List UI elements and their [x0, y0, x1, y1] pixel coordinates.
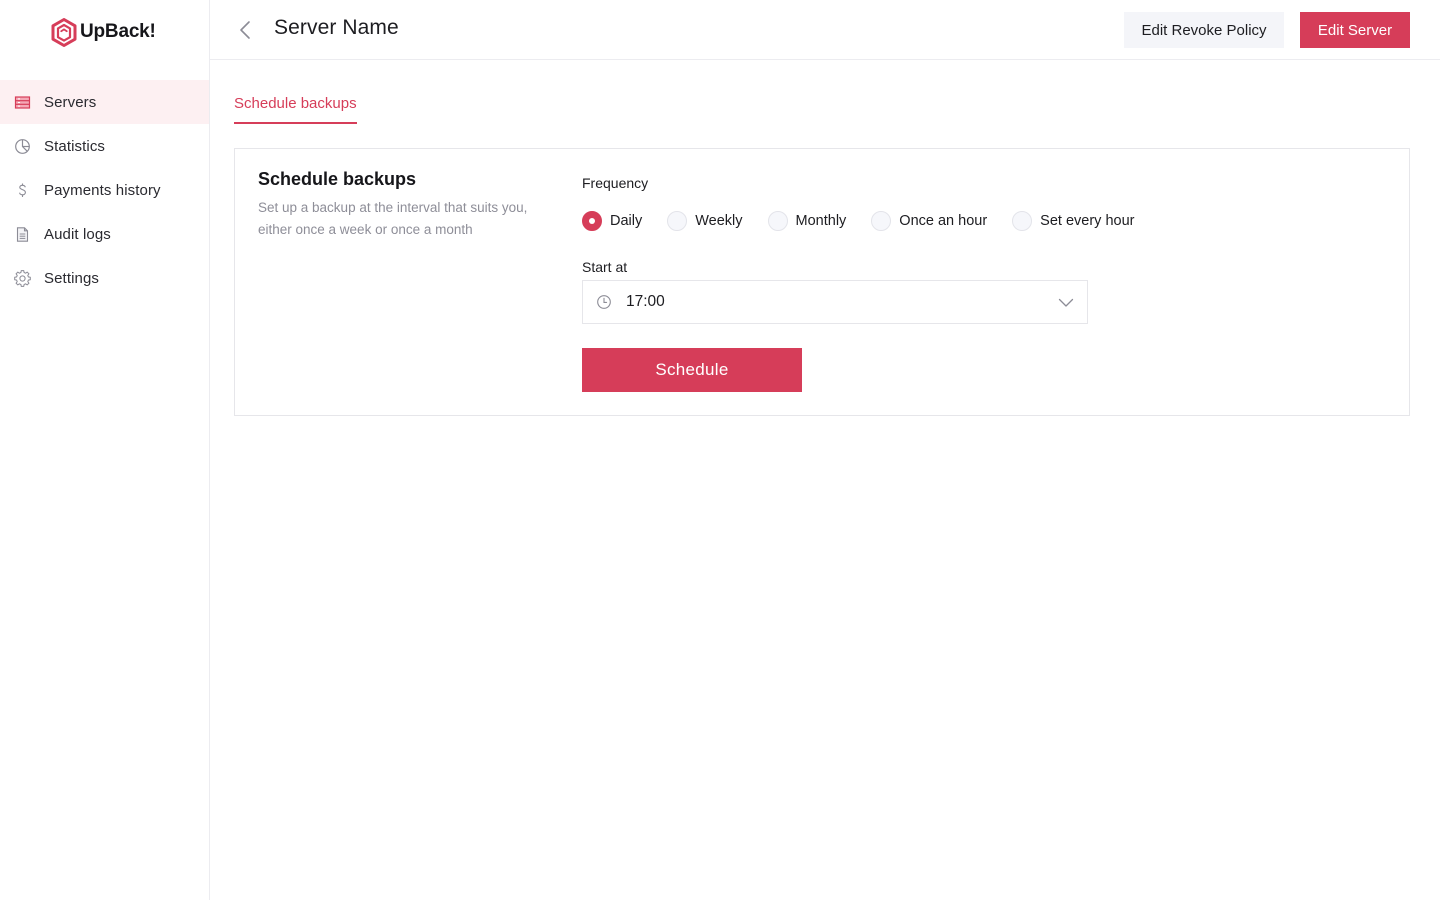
frequency-option-weekly[interactable]: Weekly: [667, 211, 743, 231]
sidebar-item-settings[interactable]: Settings: [0, 256, 209, 300]
card-description: Set up a backup at the interval that sui…: [258, 200, 528, 237]
app-name: UpBack!: [80, 21, 156, 42]
sidebar-item-label: Statistics: [44, 137, 106, 155]
gear-icon: [13, 269, 31, 287]
schedule-backups-card: Schedule backups Set up a backup at the …: [234, 148, 1410, 416]
document-icon: [13, 225, 31, 243]
chevron-down-icon: [1058, 295, 1074, 311]
radio-button[interactable]: [767, 211, 788, 231]
page-title: Server Name: [274, 16, 399, 39]
sidebar-item-label: Audit logs: [44, 225, 111, 243]
tab-bar: Schedule backups: [234, 82, 357, 124]
sidebar-item-label: Payments history: [44, 181, 161, 199]
sidebar-item-label: Settings: [44, 269, 99, 287]
radio-label: Daily: [610, 213, 643, 229]
radio-button[interactable]: [871, 211, 892, 231]
sidebar-item-payments-history[interactable]: Payments history: [0, 168, 209, 212]
sidebar: UpBack! Servers Statistics Payments hist…: [0, 0, 210, 900]
frequency-label: Frequency: [582, 175, 649, 191]
server-icon: [13, 93, 31, 111]
sidebar-nav: Servers Statistics Payments history Audi…: [0, 80, 209, 300]
radio-label: Monthly: [795, 213, 847, 229]
radio-button[interactable]: [582, 211, 602, 231]
start-time-select[interactable]: 17:00: [582, 280, 1088, 324]
sidebar-item-statistics[interactable]: Statistics: [0, 124, 209, 168]
start-at-label: Start at: [582, 259, 628, 275]
clock-icon: [596, 294, 612, 310]
card-title: Schedule backups: [258, 169, 417, 189]
frequency-radio-group: Daily Weekly Monthly Once an hour Set ev…: [582, 210, 1134, 232]
frequency-option-monthly[interactable]: Monthly: [767, 211, 847, 231]
sidebar-item-servers[interactable]: Servers: [0, 80, 209, 124]
schedule-button[interactable]: Schedule: [582, 348, 802, 392]
dollar-icon: [13, 181, 31, 199]
radio-button[interactable]: [1012, 211, 1033, 231]
sidebar-item-label: Servers: [44, 93, 97, 111]
app-logo[interactable]: UpBack!: [51, 17, 156, 47]
back-button[interactable]: [234, 18, 256, 42]
radio-label: Weekly: [695, 213, 743, 229]
frequency-option-set-every-hour[interactable]: Set every hour: [1012, 211, 1134, 231]
edit-revoke-policy-button[interactable]: Edit Revoke Policy: [1124, 12, 1284, 48]
radio-label: Once an hour: [899, 213, 988, 229]
tab-schedule-backups[interactable]: Schedule backups: [234, 82, 357, 124]
sidebar-item-audit-logs[interactable]: Audit logs: [0, 212, 209, 256]
frequency-option-once-an-hour[interactable]: Once an hour: [871, 211, 987, 231]
chevron-left-icon: [240, 21, 250, 39]
upback-logo-icon: [51, 17, 77, 47]
start-time-value: 17:00: [626, 293, 665, 310]
edit-server-button[interactable]: Edit Server: [1300, 12, 1410, 48]
radio-button[interactable]: [667, 211, 688, 231]
pie-chart-icon: [13, 137, 31, 155]
page-header: Server Name Edit Revoke Policy Edit Serv…: [210, 0, 1440, 60]
frequency-option-daily[interactable]: Daily: [582, 211, 642, 231]
radio-label: Set every hour: [1040, 213, 1135, 229]
